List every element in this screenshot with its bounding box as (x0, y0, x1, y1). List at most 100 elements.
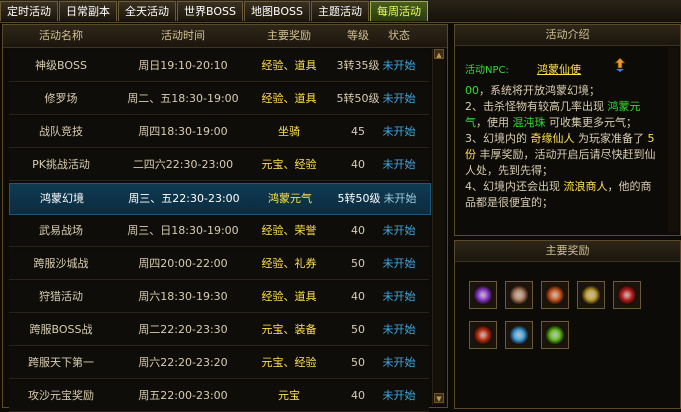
activity-reward: 经验、道具 (261, 92, 317, 105)
activity-reward: 元宝、经验 (261, 356, 317, 369)
intro-text: 为玩家准备了 (574, 132, 648, 145)
activity-time: 周二、五18:30-19:00 (127, 92, 239, 105)
activity-status: 未开始 (382, 224, 416, 237)
tab-5[interactable]: 主题活动 (310, 1, 369, 21)
activity-time: 周四20:00-22:00 (138, 257, 228, 270)
activity-status: 未开始 (382, 290, 416, 303)
table-row[interactable]: 狩猎活动 周六18:30-19:30 经验、道具 40 未开始 (9, 282, 429, 313)
activity-time: 周四18:30-19:00 (138, 125, 228, 138)
table-row[interactable]: PK挑战活动 二四六22:30-23:00 元宝、经验 40 未开始 (9, 150, 429, 181)
activity-name: 攻沙元宝奖励 (28, 389, 94, 402)
activity-time: 周五22:00-23:00 (138, 389, 228, 402)
table-row[interactable]: 跨服沙城战 周四20:00-22:00 经验、礼券 50 未开始 (9, 249, 429, 280)
activity-reward: 坐骑 (278, 125, 300, 138)
table-row[interactable]: 武易战场 周三、日18:30-19:00 经验、荣誉 40 未开始 (9, 216, 429, 247)
activity-reward: 元宝、经验 (261, 158, 317, 171)
rewards-panel: 主要奖励 (454, 240, 681, 409)
intro-text: 奇缘仙人 (530, 132, 575, 145)
right-panel: 活动介绍 活动NPC: 鸿蒙仙使 00，系统将开放鸿蒙幻境； 2、击杀怪物有较高几… (454, 24, 681, 409)
activity-reward: 元宝 (278, 389, 300, 402)
activity-name: 修罗场 (44, 92, 78, 105)
activity-name: 武易战场 (39, 224, 83, 237)
teleport-icon[interactable] (613, 57, 627, 73)
intro-text: 00 (465, 84, 479, 97)
intro-description: 00，系统将开放鸿蒙幻境； 2、击杀怪物有较高几率出现 鸿蒙元气，使用 混沌珠 可… (465, 83, 661, 211)
activity-status: 未开始 (382, 125, 416, 138)
table-row[interactable]: 修罗场 周二、五18:30-19:00 经验、道具 5转50级 未开始 (9, 84, 429, 115)
activity-time: 周六18:30-19:30 (138, 290, 228, 303)
activity-reward: 鸿蒙元气 (268, 192, 312, 205)
tab-0[interactable]: 定时活动 (0, 1, 58, 21)
header-reward: 主要奖励 (267, 29, 311, 42)
activity-name: PK挑战活动 (32, 158, 90, 171)
activity-name: 神级BOSS (35, 59, 87, 72)
fire-cauldron-icon[interactable] (541, 281, 569, 309)
tab-2[interactable]: 全天活动 (118, 1, 176, 21)
tab-4[interactable]: 地图BOSS (243, 1, 310, 21)
activity-status: 未开始 (382, 323, 416, 336)
header-name: 活动名称 (39, 29, 83, 42)
table-row[interactable]: 神级BOSS 周日19:10-20:10 经验、道具 3转35级 未开始 (9, 51, 429, 82)
intro-line: 00，系统将开放鸿蒙幻境； (465, 83, 661, 99)
activity-time: 周三、日18:30-19:00 (127, 224, 239, 237)
intro-text: 可收集更多元气； (545, 116, 637, 129)
activity-name: 跨服天下第一 (28, 356, 94, 369)
intro-line: 4、幻境内还会出现 流浪商人，他的商品都是很便宜的； (465, 179, 661, 211)
table-scrollbar[interactable]: ▲ ▼ (432, 49, 445, 405)
header-time: 活动时间 (161, 29, 205, 42)
table-row[interactable]: 攻沙元宝奖励 周五22:00-23:00 元宝 40 未开始 (9, 381, 429, 412)
scroll-down-icon[interactable]: ▼ (434, 393, 444, 403)
intro-text: 4、幻境内还会出现 (465, 180, 564, 193)
activity-status: 未开始 (383, 192, 417, 205)
activity-time: 二四六22:30-23:00 (132, 158, 234, 171)
activity-reward: 经验、荣誉 (261, 224, 317, 237)
intro-text: ，使用 (476, 116, 513, 129)
activity-status: 未开始 (382, 59, 416, 72)
intro-panel: 活动介绍 活动NPC: 鸿蒙仙使 00，系统将开放鸿蒙幻境； 2、击杀怪物有较高几… (454, 24, 681, 236)
green-gem-icon[interactable] (541, 321, 569, 349)
tab-3[interactable]: 世界BOSS (177, 1, 243, 21)
intro-text: 2、击杀怪物有较高几率出现 (465, 100, 608, 113)
activity-status: 未开始 (382, 92, 416, 105)
tab-1[interactable]: 日常副本 (59, 1, 117, 21)
activity-name: 跨服BOSS战 (29, 323, 93, 336)
activity-tab-bar: 定时活动 日常副本 全天活动 世界BOSS 地图BOSS 主题活动 每周活动 (0, 0, 681, 23)
activity-name: 狩猎活动 (39, 290, 83, 303)
table-row[interactable]: 战队竞技 周四18:30-19:00 坐骑 45 未开始 (9, 117, 429, 148)
intro-line: 3、幻境内的 奇缘仙人 为玩家准备了 5份 丰厚奖励，活动开启后请尽快赶到仙人处… (465, 131, 661, 179)
intro-text: 丰厚奖励，活动开启后请尽快赶到仙人处，先到先得； (465, 148, 656, 177)
scroll-icon[interactable] (505, 281, 533, 309)
table-row[interactable]: 鸿蒙幻境 周三、五22:30-23:00 鸿蒙元气 5转50级 未开始 (9, 183, 431, 215)
tab-6[interactable]: 每周活动 (369, 1, 428, 21)
npc-name-link[interactable]: 鸿蒙仙使 (537, 61, 581, 77)
intro-scrollbar[interactable] (668, 47, 678, 233)
table-row[interactable]: 跨服天下第一 周六22:20-23:20 元宝、经验 50 未开始 (9, 348, 429, 379)
activity-table-panel: 活动名称 活动时间 主要奖励 等级 状态 神级BOSS 周日19:10-20:10… (2, 24, 448, 412)
activity-time: 周日19:10-20:10 (138, 59, 228, 72)
rewards-title: 主要奖励 (455, 241, 680, 262)
activity-status: 未开始 (382, 158, 416, 171)
intro-line: 2、击杀怪物有较高几率出现 鸿蒙元气，使用 混沌珠 可收集更多元气； (465, 99, 661, 131)
intro-text: 3、幻境内的 (465, 132, 531, 145)
red-orb-icon[interactable] (469, 321, 497, 349)
activity-reward: 经验、道具 (261, 59, 317, 72)
table-header: 活动名称 活动时间 主要奖励 等级 状态 (3, 25, 447, 48)
red-feather-icon[interactable] (613, 281, 641, 309)
scroll-up-icon[interactable]: ▲ (434, 49, 444, 59)
activity-name: 跨服沙城战 (33, 257, 89, 270)
activity-name: 鸿蒙幻境 (40, 192, 84, 205)
activity-time: 周三、五22:30-23:00 (128, 192, 240, 205)
activity-reward: 经验、道具 (261, 290, 317, 303)
gold-pouch-icon[interactable] (577, 281, 605, 309)
intro-title: 活动介绍 (455, 25, 680, 46)
intro-text: 混沌珠 (512, 116, 546, 129)
activity-reward: 经验、礼券 (261, 257, 317, 270)
activity-status: 未开始 (382, 389, 416, 402)
activity-reward: 元宝、装备 (261, 323, 317, 336)
purple-flower-icon[interactable] (469, 281, 497, 309)
npc-label: 活动NPC: (465, 65, 509, 76)
activity-time: 周六22:20-23:20 (138, 356, 228, 369)
intro-text: ，系统将开放鸿蒙幻境； (479, 84, 600, 97)
table-row[interactable]: 跨服BOSS战 周二22:20-23:30 元宝、装备 50 未开始 (9, 315, 429, 346)
blue-gem-icon[interactable] (505, 321, 533, 349)
